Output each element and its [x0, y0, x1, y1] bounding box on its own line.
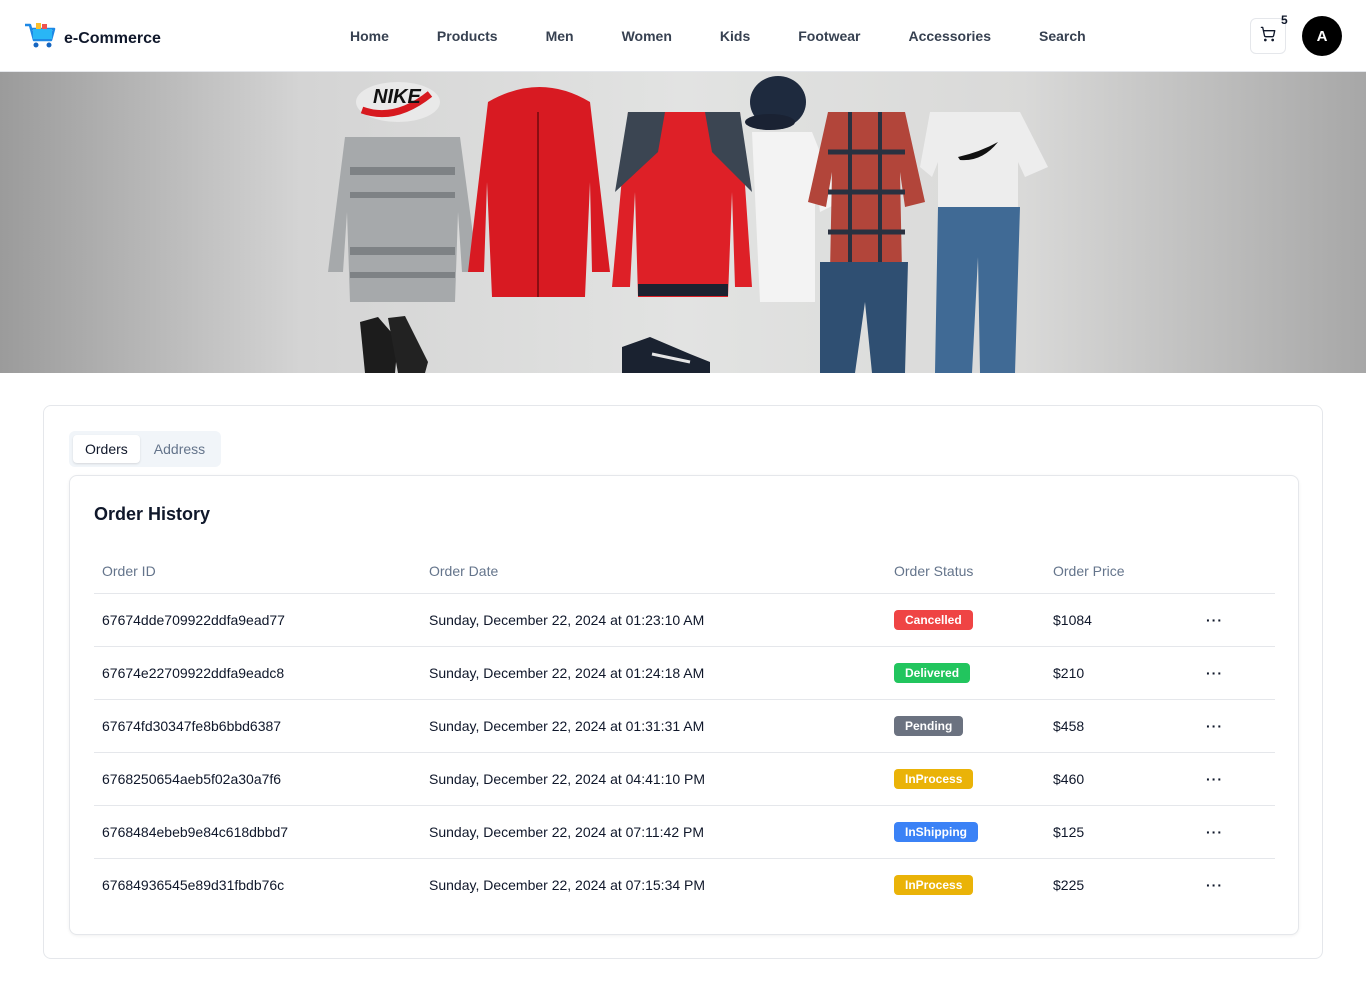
table-row: 67674dde709922ddfa9ead77 Sunday, December…	[94, 593, 1275, 647]
order-price-cell: $460	[1045, 752, 1198, 806]
order-id-cell: 67674fd30347fe8b6bbd6387	[94, 699, 421, 753]
order-date-cell: Sunday, December 22, 2024 at 04:41:10 PM	[421, 752, 886, 806]
order-id-cell: 6768250654aeb5f02a30a7f6	[94, 752, 421, 806]
more-options-icon[interactable]: ···	[1206, 718, 1223, 734]
table-row: 67674e22709922ddfa9eadc8 Sunday, December…	[94, 646, 1275, 700]
order-date-cell: Sunday, December 22, 2024 at 07:15:34 PM	[429, 876, 706, 893]
order-price-cell: $458	[1045, 699, 1198, 753]
order-id-cell: 67674dde709922ddfa9ead77	[94, 593, 421, 647]
header-order-status: Order Status	[886, 550, 1045, 594]
table-row: 67674fd30347fe8b6bbd6387 Sunday, December…	[94, 699, 1275, 753]
user-avatar[interactable]: A	[1302, 16, 1342, 56]
order-id-cell: 67674e22709922ddfa9eadc8	[94, 646, 421, 700]
order-status-cell: InProcess	[886, 752, 1045, 806]
status-badge: InProcess	[894, 874, 974, 895]
order-status-cell: InProcess	[886, 858, 1045, 911]
order-date-cell: Sunday, December 22, 2024 at 07:11:42 PM	[421, 805, 886, 859]
status-badge: InShipping	[894, 821, 978, 842]
table-row: 6768484ebeb9e84c618dbbd7 Sunday, December…	[94, 805, 1275, 859]
table-row: 6768250654aeb5f02a30a7f6 Sunday, December…	[94, 752, 1275, 806]
nav-home[interactable]: Home	[326, 28, 413, 44]
hero-banner: NIKE	[0, 72, 1366, 373]
status-badge: Cancelled	[894, 609, 973, 630]
cart-count-badge: 5	[1281, 13, 1288, 27]
nav-kids[interactable]: Kids	[696, 28, 774, 44]
orders-table: Order ID Order Date Order Status Order P…	[94, 550, 1275, 911]
cart-icon	[1260, 26, 1276, 47]
order-actions-cell: ···	[1198, 858, 1275, 911]
table-header-row: Order ID Order Date Order Status Order P…	[94, 550, 1275, 594]
more-options-icon[interactable]: ···	[1206, 665, 1223, 681]
shopping-cart-logo-icon	[24, 22, 56, 55]
table-row: 67684936545e89d31fbdb76c Sunday, December…	[94, 858, 1275, 911]
status-badge: InProcess	[894, 768, 974, 789]
order-status-cell: Delivered	[886, 646, 1045, 700]
order-price-cell: $225	[1053, 876, 1085, 893]
more-options-icon[interactable]: ···	[1206, 877, 1223, 893]
tab-orders[interactable]: Orders	[73, 435, 140, 463]
brand-name: e-Commerce	[64, 29, 161, 47]
order-date-cell: Sunday, December 22, 2024 at 01:24:18 AM	[421, 646, 886, 700]
order-status-cell: Cancelled	[886, 593, 1045, 647]
banner-clothing-image: NIKE	[328, 76, 1048, 373]
header-order-id: Order ID	[94, 550, 421, 594]
order-actions-cell: ···	[1198, 805, 1275, 859]
header-order-price: Order Price	[1045, 550, 1198, 594]
order-date-cell: Sunday, December 22, 2024 at 01:23:10 AM	[421, 593, 886, 647]
brand[interactable]: e-Commerce	[24, 22, 161, 55]
nav-men[interactable]: Men	[522, 28, 598, 44]
order-actions-cell: ···	[1198, 699, 1275, 753]
order-history-card: Order History Order ID Order Date Order …	[69, 475, 1299, 935]
nav-accessories[interactable]: Accessories	[884, 28, 1015, 44]
top-navbar: e-Commerce Home Products Men Women Kids …	[0, 0, 1366, 72]
tab-address[interactable]: Address	[142, 435, 217, 463]
header-actions	[1198, 550, 1275, 594]
status-badge: Pending	[894, 715, 964, 736]
order-price-cell: $210	[1045, 646, 1198, 700]
order-actions-cell: ···	[1198, 593, 1275, 647]
main-nav: Home Products Men Women Kids Footwear Ac…	[326, 0, 1110, 72]
status-badge: Delivered	[894, 662, 971, 683]
banner-nike-text: NIKE	[373, 86, 421, 108]
order-id-cell: 6768484ebeb9e84c618dbbd7	[94, 805, 421, 859]
order-date-cell: Sunday, December 22, 2024 at 01:31:31 AM	[421, 699, 886, 753]
nav-footwear[interactable]: Footwear	[774, 28, 884, 44]
order-history-title: Order History	[94, 504, 211, 524]
account-card: Orders Address Order History Order ID Or…	[43, 405, 1323, 959]
order-status-cell: Pending	[886, 699, 1045, 753]
nav-women[interactable]: Women	[598, 28, 696, 44]
order-price-cell: $125	[1045, 805, 1198, 859]
order-price-cell: $1084	[1045, 593, 1198, 647]
more-options-icon[interactable]: ···	[1206, 771, 1223, 787]
nav-search[interactable]: Search	[1015, 28, 1110, 44]
header-order-date: Order Date	[421, 550, 886, 594]
more-options-icon[interactable]: ···	[1206, 824, 1223, 840]
more-options-icon[interactable]: ···	[1206, 612, 1223, 628]
order-id-cell: 67684936545e89d31fbdb76c	[102, 876, 285, 893]
nav-products[interactable]: Products	[413, 28, 522, 44]
order-actions-cell: ···	[1198, 646, 1275, 700]
order-actions-cell: ···	[1198, 752, 1275, 806]
account-tabs: Orders Address	[69, 431, 222, 467]
order-status-cell: InShipping	[886, 805, 1045, 859]
